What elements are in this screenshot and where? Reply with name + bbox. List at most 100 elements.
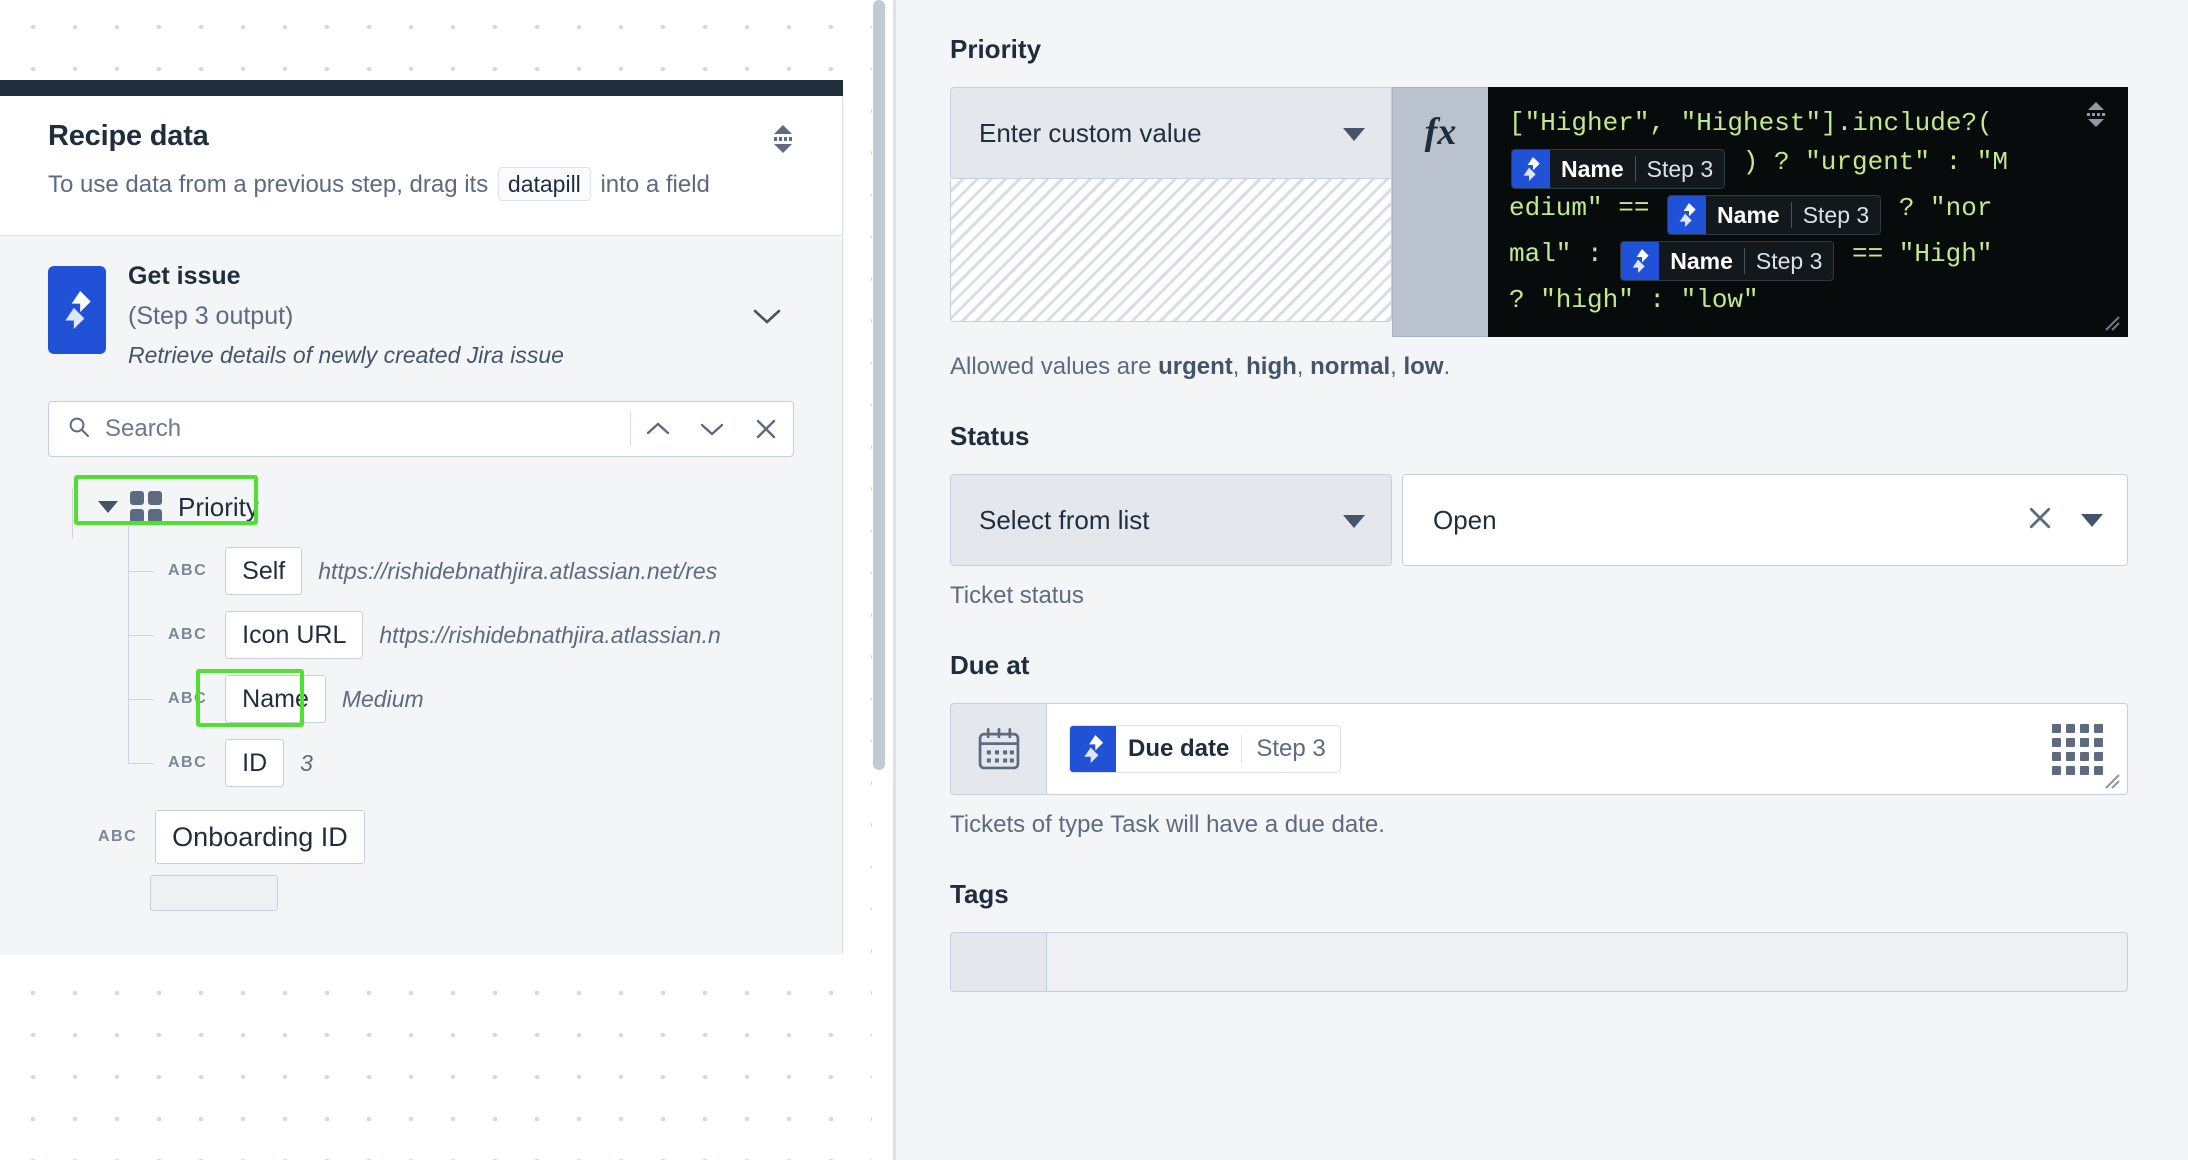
tree-item-onboarding-id[interactable]: ABC Onboarding ID xyxy=(0,801,842,873)
status-mode-select[interactable]: Select from list xyxy=(950,474,1392,566)
field-type-label: ABC xyxy=(168,690,208,708)
field-type-label: ABC xyxy=(168,626,208,644)
due-date-datapill[interactable]: Due date Step 3 xyxy=(1069,725,1341,773)
tree-item-partial[interactable] xyxy=(0,873,842,913)
search-icon xyxy=(67,415,91,444)
formula-code-2: ) ? "urgent" : "M xyxy=(1742,147,2009,177)
datapill-icon-url-value: https://rishidebnathjira.atlassian.n xyxy=(379,621,721,648)
formula-datapill-3[interactable]: Name Step 3 xyxy=(1620,241,1835,281)
tree-item-self[interactable]: ABC Self https://rishidebnathjira.atlass… xyxy=(0,525,842,603)
datapill-id-value: 3 xyxy=(300,749,313,776)
due-at-help-text: Tickets of type Task will have a due dat… xyxy=(950,811,1385,838)
fx-glyph: fx xyxy=(1424,111,1457,153)
formula-datapill-1-name: Name xyxy=(1561,155,1624,182)
tree-item-id[interactable]: ABC ID 3 xyxy=(0,699,842,795)
formula-code-3-prefix: edium" == xyxy=(1509,193,1650,223)
tree-group-priority[interactable]: Priority xyxy=(0,475,842,540)
caret-down-icon[interactable] xyxy=(2081,513,2103,527)
formula-line-2: Name Step 3 ) ? "urgent" : "M xyxy=(1509,143,2107,189)
datapill-search-bar[interactable] xyxy=(48,401,794,458)
formula-datapill-2[interactable]: Name Step 3 xyxy=(1667,195,1882,235)
datapill-icon-url[interactable]: Icon URL xyxy=(225,611,364,660)
due-at-field-row: Due date Step 3 xyxy=(950,703,2128,795)
resize-corner-icon[interactable] xyxy=(2101,312,2121,332)
formula-line-5: ? "high" : "low" xyxy=(1509,281,2107,320)
panel-description: To use data from a previous step, drag i… xyxy=(48,167,768,202)
chevron-down-icon[interactable] xyxy=(685,402,739,456)
priority-help-suffix: . xyxy=(1443,353,1451,380)
datapill-self[interactable]: Self xyxy=(225,547,303,596)
caret-down-icon[interactable] xyxy=(1343,128,1365,141)
due-at-value-field[interactable]: Due date Step 3 xyxy=(1046,703,2128,795)
formula-datapill-3-name: Name xyxy=(1670,247,1733,274)
caret-down-icon[interactable] xyxy=(98,501,118,514)
step-description: Retrieve details of newly created Jira i… xyxy=(128,342,564,369)
priority-mode-select[interactable]: Enter custom value xyxy=(950,87,1392,179)
formula-line-3: edium" == Name Step 3 ? "nor xyxy=(1509,189,2107,235)
drag-handle-vertical-icon[interactable] xyxy=(766,118,800,160)
jira-icon xyxy=(48,266,106,355)
formula-code-4-prefix: mal" : xyxy=(1509,239,1603,269)
left-scrollbar[interactable] xyxy=(872,0,885,1160)
drag-handle-vertical-icon[interactable] xyxy=(2087,102,2105,127)
close-icon[interactable] xyxy=(739,402,793,456)
resize-corner-icon[interactable] xyxy=(2101,770,2121,790)
calendar-icon xyxy=(950,703,1046,795)
datapill-self-value: https://rishidebnathjira.atlassian.net/r… xyxy=(318,557,718,584)
formula-datapill-1[interactable]: Name Step 3 xyxy=(1511,149,1726,189)
formula-line-1: ["Higher", "Highest"].include?( xyxy=(1509,104,2107,143)
formula-datapill-3-step: Step 3 xyxy=(1755,247,1823,274)
due-at-field-label: Due at xyxy=(950,650,1030,680)
panel-description-after: into a field xyxy=(600,171,710,198)
panel-top-accent-bar xyxy=(0,80,843,96)
formula-code-1: ["Higher", "Highest"].include?( xyxy=(1509,108,1993,138)
formula-code-3-suffix: ? "nor xyxy=(1898,193,1993,223)
panel-body: Get issue (Step 3 output) Retrieve detai… xyxy=(0,235,842,954)
status-value-field[interactable]: Open xyxy=(1402,474,2128,566)
tags-mode-select[interactable] xyxy=(950,932,1046,992)
priority-field-label: Priority xyxy=(950,34,1042,64)
due-date-datapill-step: Step 3 xyxy=(1256,735,1326,762)
datapill-partial[interactable] xyxy=(150,875,278,912)
step-header: Get issue (Step 3 output) Retrieve detai… xyxy=(0,262,842,369)
tree-item-icon-url[interactable]: ABC Icon URL https://rishidebnathjira.at… xyxy=(0,571,842,667)
panel-description-before: To use data from a previous step, drag i… xyxy=(48,171,489,198)
app-root: Recipe data To use data from a previous … xyxy=(0,0,2188,1160)
field-type-label: ABC xyxy=(168,754,208,772)
step-output-label: (Step 3 output) xyxy=(128,302,294,331)
grid-dots-icon[interactable] xyxy=(2052,723,2103,775)
fx-icon: fx xyxy=(1392,87,1488,337)
formula-datapill-1-step: Step 3 xyxy=(1646,155,1714,182)
priority-help-value-2: normal xyxy=(1310,353,1391,380)
config-panel: Priority Enter custom value fx ["Higher"… xyxy=(896,0,2188,1160)
tree-item-name[interactable]: ABC Name Medium xyxy=(0,635,842,731)
object-grid-icon xyxy=(130,491,162,524)
caret-down-icon[interactable] xyxy=(1343,515,1365,528)
search-input[interactable] xyxy=(105,415,630,444)
priority-formula-editor[interactable]: ["Higher", "Highest"].include?( Name Ste… xyxy=(1488,87,2128,337)
priority-help-prefix: Allowed values are xyxy=(950,353,1159,380)
due-date-datapill-name: Due date xyxy=(1128,735,1230,762)
tree-group-label: Priority xyxy=(178,491,259,522)
priority-mode-value: Enter custom value xyxy=(979,117,1202,148)
chevron-up-icon[interactable] xyxy=(631,402,685,456)
left-scrollbar-thumb[interactable] xyxy=(873,0,885,770)
tags-field-label: Tags xyxy=(950,879,1009,909)
priority-field-row: Enter custom value fx ["Higher", "Highes… xyxy=(950,87,2128,337)
datapill-onboarding-id[interactable]: Onboarding ID xyxy=(155,810,365,865)
formula-line-4: mal" : Name Step 3 == "High" xyxy=(1509,235,2107,281)
tags-value-field[interactable] xyxy=(1046,932,2128,992)
status-mode-value: Select from list xyxy=(979,504,1150,535)
field-type-label: ABC xyxy=(168,562,208,580)
priority-help-value-0: urgent xyxy=(1158,353,1233,380)
jira-icon xyxy=(1070,726,1116,772)
priority-help-value-1: high xyxy=(1246,353,1297,380)
priority-help-text: Allowed values are urgent, high, normal,… xyxy=(950,353,1451,380)
datapill-name[interactable]: Name xyxy=(225,675,326,724)
field-type-label: ABC xyxy=(98,828,138,846)
formula-datapill-2-name: Name xyxy=(1717,201,1780,228)
close-icon[interactable] xyxy=(2025,503,2055,538)
datapill-name-value: Medium xyxy=(341,685,424,712)
datapill-id[interactable]: ID xyxy=(225,739,285,788)
chevron-down-icon[interactable] xyxy=(752,308,782,331)
